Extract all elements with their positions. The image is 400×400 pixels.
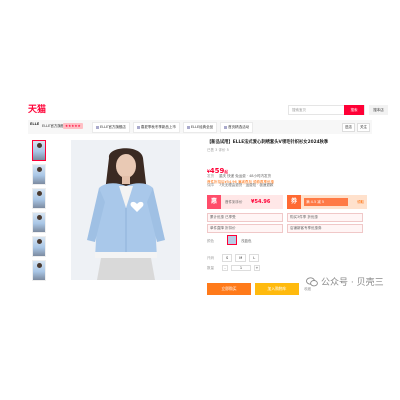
enter-shop-button[interactable]: 进店 <box>342 123 355 132</box>
qty-minus-button[interactable]: - <box>222 265 228 271</box>
shop-rating: ★★★★★ <box>63 123 83 129</box>
size-option[interactable]: L <box>249 254 260 262</box>
shop-actions: 进店 关注 <box>342 123 370 132</box>
qty-input[interactable]: 1 <box>231 265 251 271</box>
quantity-stepper: 数量 - 1 + <box>207 265 260 271</box>
discount-price: ¥54.96 <box>251 199 271 205</box>
tab-icon <box>96 125 99 129</box>
shipping-row: 发货 重庆 快递 免运费 · 48小时内发货 <box>207 174 272 178</box>
search-shop-button[interactable]: 搜本店 <box>369 105 388 115</box>
shop-tab[interactable]: 首页精选活动 <box>220 122 254 133</box>
discount-banner[interactable]: 惠 首件到手价 ¥54.96 <box>207 195 283 209</box>
thumbnail[interactable] <box>32 140 46 161</box>
search-input[interactable]: 搜索宝贝 <box>289 106 341 114</box>
tab-icon <box>224 125 228 129</box>
thumbnail[interactable] <box>32 164 46 185</box>
product-info: 【新品试用】ELLE法式爱心刺绣套头V领毛针织衫女2024秋季 已售 3 评价 … <box>207 140 367 295</box>
claim-coupon-button[interactable]: 领取 <box>357 200 364 205</box>
tab-icon <box>136 125 140 129</box>
offer-chips: 累计优惠 已享受 购买3件享 折优惠 单件直降 折扣价 店铺新客专享优惠券 <box>207 213 367 235</box>
shop-bar: ELLE ELLE官方旗舰店 ★★★★★ ELLE官方旗舰店 春夏季秋冬季新品上… <box>28 120 372 134</box>
add-to-cart-button[interactable]: 加入购物车 <box>255 283 299 295</box>
shop-logo[interactable]: ELLE <box>30 122 39 126</box>
thumbnail[interactable] <box>32 212 46 233</box>
shop-tab[interactable]: ELLE官方旗舰店 <box>92 122 130 133</box>
model-photo <box>71 140 180 280</box>
offer-chip[interactable]: 店铺新客专享优惠券 <box>287 224 363 233</box>
qty-plus-button[interactable]: + <box>254 265 260 271</box>
color-label: 颜色 <box>207 239 214 243</box>
size-option[interactable]: S <box>222 254 233 262</box>
buy-now-button[interactable]: 立即购买 <box>207 283 251 295</box>
thumbnail[interactable] <box>32 188 46 209</box>
coupon-banner[interactable]: 券 满 4.5 减 5 领取 <box>287 195 367 209</box>
search-button[interactable]: 搜索 <box>344 105 364 115</box>
thumbnail-list <box>32 140 46 284</box>
shop-tabs: ELLE官方旗舰店 春夏季秋冬季新品上市 ELLE经典全品 首页精选活动 <box>92 122 254 133</box>
watermark: 公众号 · 贝壳三 <box>306 275 384 288</box>
coupon-tag: 券 <box>287 195 301 209</box>
offer-chip[interactable]: 累计优惠 已享受 <box>207 213 283 222</box>
discount-tag: 惠 <box>207 195 221 209</box>
top-bar: 天猫 搜索宝贝 搜索 搜本店 <box>28 101 388 119</box>
guarantee-row: 保障 7天无理由退货 · 运费险 · 极速退款 <box>207 183 274 187</box>
tmall-logo[interactable]: 天猫 <box>28 102 46 115</box>
color-swatch[interactable] <box>227 235 237 245</box>
shop-tab[interactable]: ELLE经典全品 <box>182 122 218 133</box>
color-value: 浅蓝色 <box>241 239 252 243</box>
tab-icon <box>186 125 190 129</box>
wechat-icon <box>306 276 318 286</box>
search-box[interactable]: 搜索宝贝 搜索 <box>288 105 365 115</box>
purchase-actions: 立即购买 加入购物车 收藏 <box>207 283 311 295</box>
product-main-image[interactable] <box>71 140 180 280</box>
size-option[interactable]: M <box>235 254 247 262</box>
offer-chip[interactable]: 单件直降 折扣价 <box>207 224 283 233</box>
size-selector: 尺码 S M L <box>207 254 260 262</box>
thumbnail[interactable] <box>32 260 46 281</box>
shop-tab[interactable]: 春夏季秋冬季新品上市 <box>132 122 180 133</box>
product-title: 【新品试用】ELLE法式爱心刺绣套头V领毛针织衫女2024秋季 <box>207 140 329 145</box>
thumbnail[interactable] <box>32 236 46 257</box>
product-meta: 已售 3 评价 5 <box>207 148 229 152</box>
offer-chip[interactable]: 购买3件享 折优惠 <box>287 213 363 222</box>
follow-shop-button[interactable]: 关注 <box>357 123 370 132</box>
